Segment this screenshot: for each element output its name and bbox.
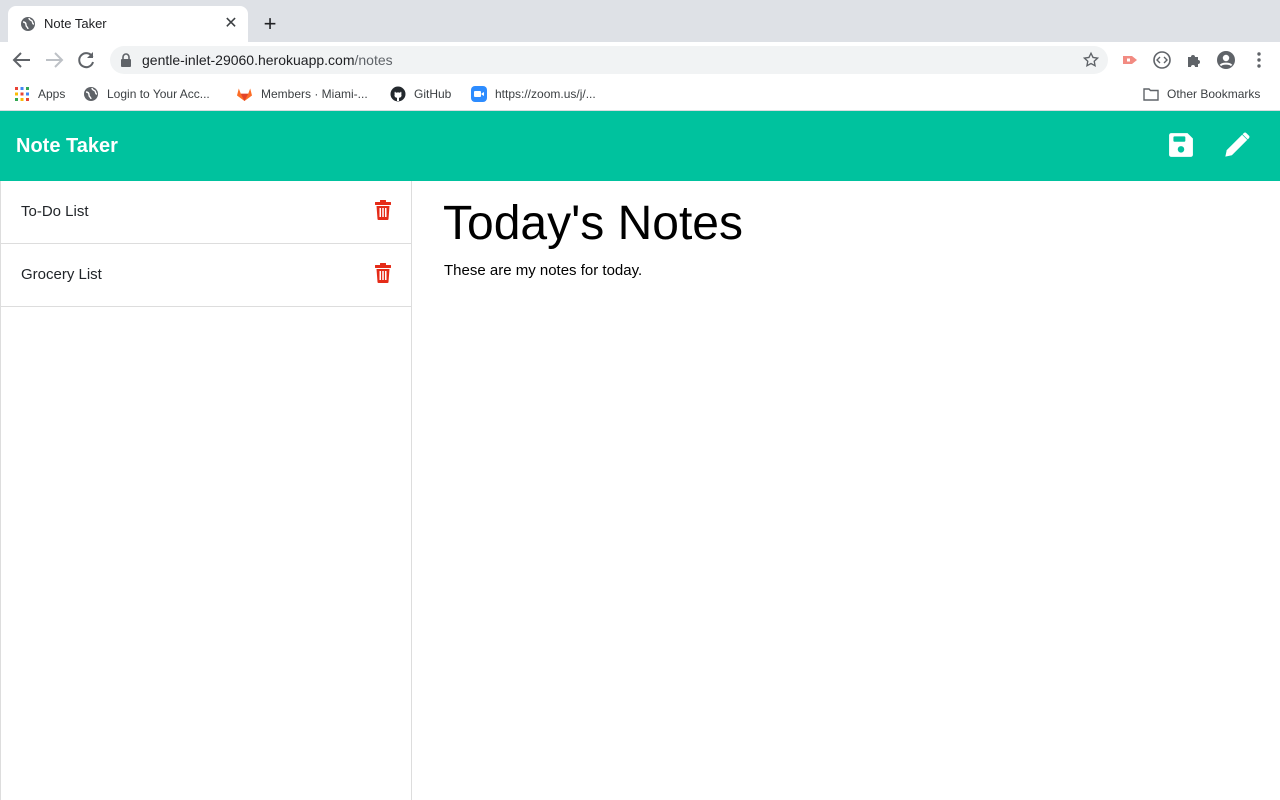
new-tab-button[interactable]: + [259, 13, 281, 35]
apps-grid-icon [15, 87, 29, 101]
bookmark-label: GitHub [414, 87, 452, 101]
other-bookmarks-label: Other Bookmarks [1167, 87, 1261, 101]
zoom-icon [471, 86, 487, 102]
profile-avatar-icon[interactable] [1216, 50, 1236, 70]
note-list-item[interactable]: Grocery List [1, 244, 411, 307]
address-bar[interactable]: gentle-inlet-29060.herokuapp.com/notes [110, 46, 1108, 74]
folder-icon [1143, 88, 1159, 101]
note-list-item-title: Grocery List [21, 266, 102, 283]
bookmark-github[interactable]: GitHub [390, 85, 451, 103]
browser-tab[interactable]: Note Taker ✕ [8, 6, 248, 42]
browser-tab-strip: Note Taker ✕ + [0, 0, 1280, 42]
extension-tag-icon[interactable] [1120, 50, 1140, 70]
back-arrow-icon[interactable] [10, 48, 34, 72]
reload-icon[interactable] [74, 48, 98, 72]
save-note-button[interactable] [1168, 132, 1194, 158]
note-list: To-Do List Grocery List [0, 181, 412, 800]
globe-icon [21, 17, 35, 31]
globe-icon [84, 87, 98, 101]
bookmark-label: Login to Your Acc... [107, 87, 210, 101]
tab-close-icon[interactable]: ✕ [222, 15, 240, 33]
lock-icon [121, 53, 131, 67]
bookmark-gitlab-members[interactable]: Members · Miami-... [236, 85, 368, 103]
url-text: gentle-inlet-29060.herokuapp.com/notes [142, 52, 393, 68]
trash-icon[interactable] [374, 200, 392, 220]
puzzle-piece-icon[interactable] [1184, 50, 1204, 70]
url-host: gentle-inlet-29060.herokuapp.com [142, 52, 355, 68]
other-bookmarks-folder[interactable]: Other Bookmarks [1143, 85, 1260, 103]
note-title[interactable]: Today's Notes [443, 195, 1243, 253]
bookmark-apps[interactable]: Apps [14, 85, 65, 103]
github-icon [390, 86, 406, 102]
bookmark-login[interactable]: Login to Your Acc... [83, 85, 210, 103]
app-brand[interactable]: Note Taker [16, 134, 118, 158]
note-text[interactable]: These are my notes for today. [444, 262, 1244, 280]
code-extension-icon[interactable] [1152, 50, 1172, 70]
bookmark-star-icon[interactable] [1082, 51, 1100, 69]
new-note-pencil-button[interactable] [1223, 131, 1251, 159]
app-navbar: Note Taker [0, 111, 1280, 181]
note-list-item-title: To-Do List [21, 203, 89, 220]
bookmarks-bar: Apps Login to Your Acc... Members · Miam… [0, 78, 1280, 111]
bookmark-label: Members · Miami-... [261, 87, 368, 101]
forward-arrow-icon[interactable] [42, 48, 66, 72]
note-editor: Today's Notes These are my notes for tod… [412, 181, 1280, 800]
url-path: /notes [354, 52, 393, 68]
kebab-menu-icon[interactable] [1249, 50, 1269, 70]
bookmark-label: https://zoom.us/j/... [495, 87, 596, 101]
tab-title: Note Taker [44, 16, 107, 31]
browser-toolbar: gentle-inlet-29060.herokuapp.com/notes [0, 42, 1280, 78]
note-list-item[interactable]: To-Do List [1, 181, 411, 244]
trash-icon[interactable] [374, 263, 392, 283]
bookmark-label: Apps [38, 87, 66, 101]
gitlab-icon [237, 88, 252, 101]
bookmark-zoom[interactable]: https://zoom.us/j/... [471, 85, 596, 103]
